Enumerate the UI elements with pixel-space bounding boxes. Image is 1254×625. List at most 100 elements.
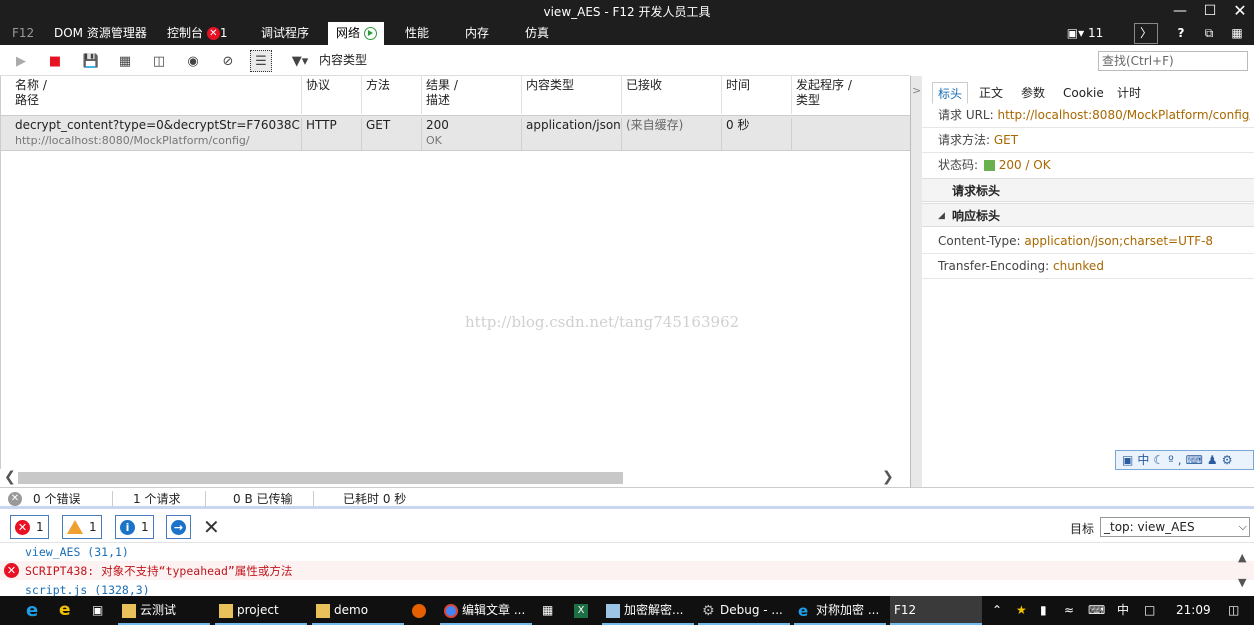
response-headers-section[interactable]: ◢ 响应标头 <box>922 203 1254 227</box>
tab-dom-explorer[interactable]: DOM 资源管理器 <box>46 22 155 45</box>
clock[interactable]: 21:09 <box>1172 596 1216 625</box>
tab-cookies[interactable]: Cookie <box>1058 82 1109 104</box>
stop-icon[interactable]: ■ <box>44 50 66 72</box>
tray-app-icon[interactable]: ★ <box>1012 596 1032 625</box>
col-protocol[interactable]: 协议 <box>302 76 362 114</box>
tab-console[interactable]: 控制台 ✕ 1 <box>159 22 235 45</box>
col-method[interactable]: 方法 <box>362 76 422 114</box>
request-headers-section[interactable]: 请求标头 <box>922 178 1254 202</box>
taskbar-item-notepad[interactable]: 加密解密... <box>602 596 694 625</box>
import-icon[interactable]: ▦ <box>114 50 136 72</box>
tab-debugger[interactable]: 调试程序 <box>253 22 317 45</box>
error-filter-button[interactable]: ✕ 1 <box>10 515 49 539</box>
info-filter-button[interactable]: i1 <box>115 515 154 539</box>
content-type-filter[interactable]: 内容类型 <box>319 51 367 69</box>
taskbar-item-folder[interactable]: demo <box>312 596 404 625</box>
tab-headers[interactable]: 标头 <box>932 82 969 104</box>
device-target-selector[interactable]: ▣▾ 11 <box>1060 22 1110 45</box>
table-row[interactable]: decrypt_content?type=0&decryptStr=F76038… <box>1 115 910 151</box>
pane-splitter[interactable]: > <box>910 76 922 487</box>
tab-parameters[interactable]: 参数 <box>1016 82 1050 104</box>
battery-icon[interactable]: ▮ <box>1036 596 1056 625</box>
header-name: Transfer-Encoding: <box>938 259 1050 273</box>
col-name-path[interactable]: 名称 / 路径 <box>11 76 302 114</box>
scroll-right-icon[interactable]: ❯ <box>882 469 894 485</box>
tab-f12-label: F12 <box>12 26 35 40</box>
watermark: http://blog.csdn.net/tang745163962 <box>465 313 740 331</box>
response-header-row: Transfer-Encoding: chunked <box>938 256 1250 276</box>
taskbar-item-debug[interactable]: ⚙ Debug - ... <box>698 596 790 625</box>
play-icon[interactable]: ▶ <box>10 50 32 72</box>
scroll-thumb[interactable] <box>18 472 623 484</box>
console-source-link[interactable]: view_AES (31,1) <box>25 543 129 561</box>
tab-body[interactable]: 正文 <box>974 82 1008 104</box>
cell-method: GET <box>362 118 422 150</box>
calculator-icon[interactable]: ▦ <box>538 596 560 625</box>
tab-timings[interactable]: 计时 <box>1112 82 1146 104</box>
horizontal-scrollbar[interactable]: ❮ ❯ <box>0 469 910 487</box>
col-time[interactable]: 时间 <box>722 76 792 114</box>
tab-memory[interactable]: 内存 <box>457 22 497 45</box>
chevron-up-icon[interactable]: ⌃ <box>988 596 1004 625</box>
scroll-down-icon[interactable]: ▼ <box>1238 576 1246 589</box>
undock-icon[interactable]: ⧉ <box>1200 22 1218 45</box>
ime-toolbar[interactable]: ▣中☾º,⌨♟⚙ <box>1115 450 1254 470</box>
scroll-left-icon[interactable]: ❮ <box>4 469 16 485</box>
tab-debugger-label: 调试程序 <box>261 26 310 40</box>
taskbar-item-chrome[interactable]: 编辑文章 ... <box>440 596 532 625</box>
help-icon[interactable]: ? <box>1173 22 1189 45</box>
header-name: Content-Type: <box>938 234 1021 248</box>
ie-icon[interactable]: e <box>55 596 77 625</box>
divider <box>313 491 314 507</box>
status-value: 200 / OK <box>998 158 1051 172</box>
expand-details-icon[interactable]: > <box>912 84 921 97</box>
user-icon: ♟ <box>1206 453 1222 467</box>
console-toggle-icon[interactable]: 〉 <box>1134 23 1158 44</box>
taskbar-item-f12[interactable]: F12 <box>890 596 982 625</box>
close-button[interactable]: ✕ <box>1225 1 1254 21</box>
taskbar-item-folder[interactable]: 云测试 <box>118 596 210 625</box>
warning-filter-button[interactable]: 1 <box>62 515 102 539</box>
result-description: OK <box>426 134 442 147</box>
col-initiator[interactable]: 发起程序 / 类型 <box>792 76 910 114</box>
clear-on-navigate-toggle[interactable]: → <box>166 515 191 539</box>
tab-f12[interactable]: F12 <box>4 22 42 45</box>
warning-icon <box>67 520 83 534</box>
clear-entries-icon[interactable]: ◫ <box>148 50 170 72</box>
keyboard-icon[interactable]: ⌨ <box>1084 596 1108 625</box>
pin-icon[interactable]: ▦ <box>1228 22 1246 45</box>
chevron-down-icon: ⌵ <box>1238 520 1247 533</box>
scroll-up-icon[interactable]: ▲ <box>1238 551 1246 564</box>
divider <box>922 152 1254 153</box>
console-source-link[interactable]: script.js (1328,3) <box>25 581 150 596</box>
col-content-type[interactable]: 内容类型 <box>522 76 622 114</box>
excel-icon[interactable]: X <box>570 596 592 625</box>
taskbar-item-ie[interactable]: e 对称加密 ... <box>794 596 886 625</box>
search-icon[interactable]: □ <box>1140 596 1162 625</box>
tab-performance[interactable]: 性能 <box>397 22 437 45</box>
col-result[interactable]: 结果 / 描述 <box>422 76 522 114</box>
ime-indicator[interactable]: 中 <box>1113 596 1133 625</box>
edge-icon[interactable]: e <box>22 596 44 625</box>
store-icon[interactable]: ▣ <box>88 596 110 625</box>
keyboard-icon: ⌨ <box>1185 453 1207 467</box>
cache-bypass-icon[interactable]: ⊘ <box>217 50 239 72</box>
console-filter-bar: ✕ 1 1 i1 → ✕ <box>0 512 1254 543</box>
firefox-icon[interactable] <box>408 596 430 625</box>
target-select[interactable]: _top: view_AES ⌵ <box>1100 517 1250 537</box>
request-count: 1 个请求 <box>133 492 181 506</box>
filter-icon[interactable]: ▼▾ <box>287 50 313 72</box>
taskbar-item-folder[interactable]: project <box>215 596 307 625</box>
notification-icon[interactable]: ◫ <box>1224 596 1248 625</box>
save-icon[interactable]: 💾 <box>80 50 102 72</box>
tab-network[interactable]: 网络 <box>328 22 384 45</box>
maximize-button[interactable]: ☐ <box>1195 1 1225 21</box>
clear-on-navigate-icon[interactable]: ☰ <box>250 50 272 72</box>
col-received[interactable]: 已接收 <box>622 76 722 114</box>
clear-cookies-icon[interactable]: ◉ <box>182 50 204 72</box>
clear-console-icon[interactable]: ✕ <box>203 515 220 539</box>
wifi-icon[interactable]: ≈ <box>1060 596 1080 625</box>
tab-emulation[interactable]: 仿真 <box>517 22 557 45</box>
search-input[interactable]: 查找(Ctrl+F) <box>1098 51 1248 71</box>
minimize-button[interactable]: — <box>1165 1 1195 21</box>
